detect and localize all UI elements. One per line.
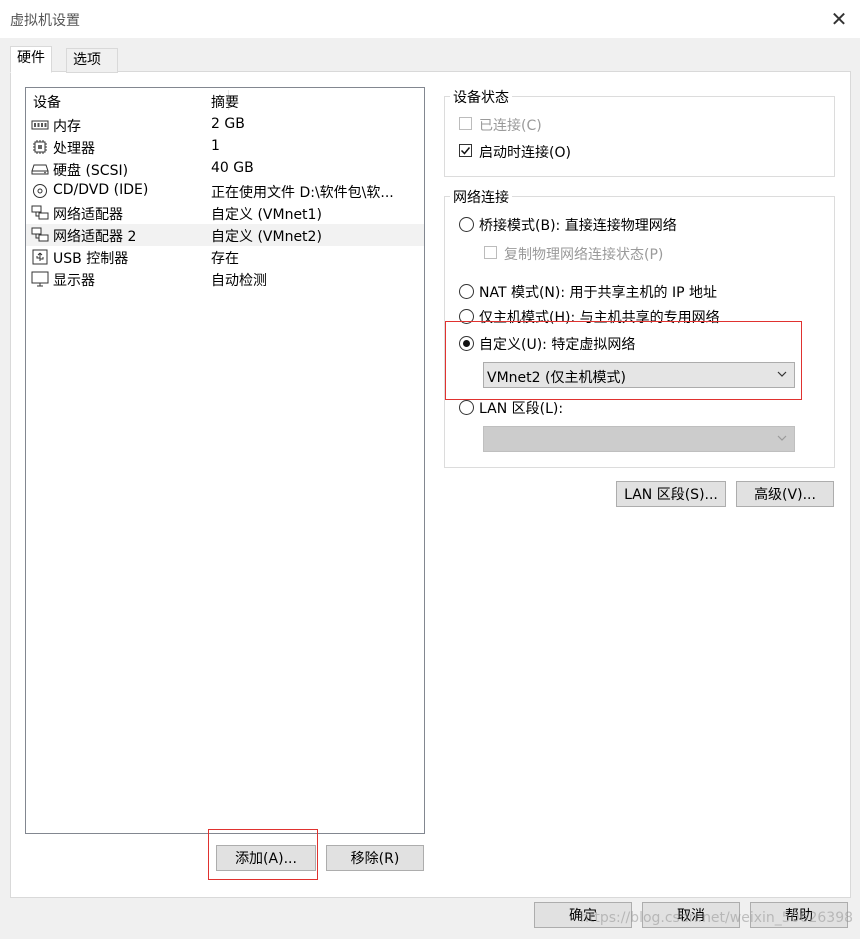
device-name: USB 控制器 (53, 251, 129, 267)
network-adapter-icon (31, 227, 49, 242)
network-adapter-icon (31, 205, 49, 220)
bridged-radio[interactable] (459, 217, 474, 232)
processor-icon (33, 140, 47, 154)
highlight-box-add (208, 829, 318, 880)
device-summary: 自定义 (VMnet1) (211, 207, 322, 223)
window-title: 虚拟机设置 (10, 13, 80, 29)
lan-segment-radio[interactable] (459, 400, 474, 415)
remove-button[interactable]: 移除(R) (326, 845, 424, 871)
device-name: 内存 (53, 119, 81, 135)
memory-icon (31, 120, 49, 130)
connect-at-power-on-checkbox[interactable] (459, 144, 472, 157)
device-row-memory[interactable]: 内存 2 GB (26, 114, 424, 136)
device-name: CD/DVD (IDE) (53, 182, 149, 198)
nat-radio[interactable] (459, 284, 474, 299)
device-summary: 1 (211, 138, 220, 154)
device-summary: 自定义 (VMnet2) (211, 229, 322, 245)
tab-options[interactable]: 选项 (66, 48, 118, 73)
connected-label: 已连接(C) (479, 118, 542, 134)
display-icon (31, 271, 49, 287)
device-name: 显示器 (53, 273, 95, 289)
device-name: 网络适配器 (53, 207, 123, 223)
device-row-processor[interactable]: 处理器 1 (26, 136, 424, 158)
device-status-group (444, 96, 835, 177)
device-summary: 存在 (211, 251, 239, 267)
replicate-state-label: 复制物理网络连接状态(P) (504, 247, 664, 263)
device-name: 网络适配器 2 (53, 229, 137, 245)
help-button[interactable]: 帮助 (750, 902, 848, 928)
usb-controller-icon (32, 249, 48, 265)
device-row-network-adapter[interactable]: 网络适配器 自定义 (VMnet1) (26, 202, 424, 224)
device-row-hard-disk[interactable]: 硬盘 (SCSI) 40 GB (26, 158, 424, 180)
column-header-summary[interactable]: 摘要 (211, 92, 239, 112)
cancel-button[interactable]: 取消 (642, 902, 740, 928)
lan-segment-label: LAN 区段(L): (479, 401, 564, 417)
close-icon[interactable]: ✕ (826, 6, 852, 32)
lan-segment-select[interactable] (483, 426, 795, 452)
bridged-label: 桥接模式(B): 直接连接物理网络 (479, 218, 677, 234)
device-status-title: 设备状态 (450, 87, 512, 107)
tab-hardware[interactable]: 硬件 (10, 46, 52, 73)
device-row-network-adapter-2[interactable]: 网络适配器 2 自定义 (VMnet2) (26, 224, 424, 246)
device-summary: 40 GB (211, 160, 254, 176)
device-name: 处理器 (53, 141, 95, 157)
column-header-device[interactable]: 设备 (33, 92, 61, 112)
connect-at-power-on-label: 启动时连接(O) (479, 145, 571, 161)
lan-segments-button[interactable]: LAN 区段(S)... (616, 481, 726, 507)
connected-checkbox[interactable] (459, 117, 472, 130)
title-bar (0, 0, 860, 38)
device-summary: 正在使用文件 D:\软件包\软... (211, 185, 394, 201)
network-connection-title: 网络连接 (450, 187, 512, 207)
device-row-display[interactable]: 显示器 自动检测 (26, 268, 424, 290)
device-list[interactable]: 设备 摘要 内存 2 GB 处理器 1 硬盘 (SCSI) 40 GB CD/D… (25, 87, 425, 834)
device-row-cd-dvd[interactable]: CD/DVD (IDE) 正在使用文件 D:\软件包\软... (26, 180, 424, 202)
device-name: 硬盘 (SCSI) (53, 163, 129, 179)
advanced-button[interactable]: 高级(V)... (736, 481, 834, 507)
nat-label: NAT 模式(N): 用于共享主机的 IP 地址 (479, 285, 717, 301)
ok-button[interactable]: 确定 (534, 902, 632, 928)
cd-dvd-icon (33, 184, 47, 198)
hard-disk-icon (31, 164, 49, 175)
device-row-usb-controller[interactable]: USB 控制器 存在 (26, 246, 424, 268)
check-icon (460, 147, 471, 155)
replicate-state-checkbox[interactable] (484, 246, 497, 259)
highlight-box-custom (445, 321, 802, 400)
device-summary: 自动检测 (211, 273, 267, 289)
device-summary: 2 GB (211, 116, 245, 132)
chevron-down-icon (777, 435, 787, 441)
